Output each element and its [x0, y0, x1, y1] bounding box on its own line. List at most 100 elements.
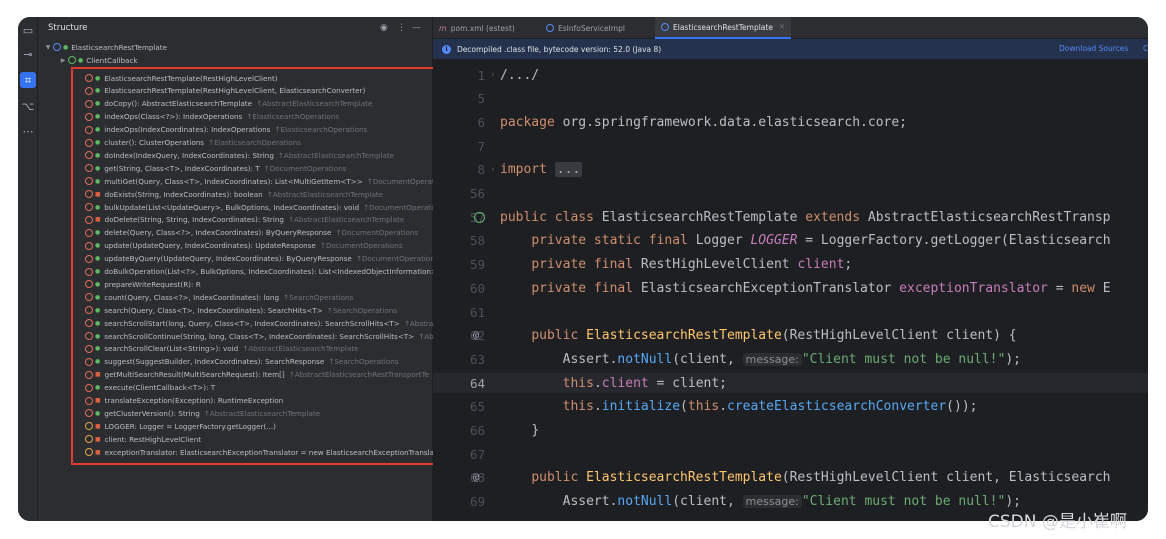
git-branch-icon[interactable]: ⌥ [20, 98, 36, 114]
chevron-down-icon[interactable]: ▼ [43, 44, 53, 51]
structure-member[interactable]: ● indexOps(IndexCoordinates): IndexOperat… [85, 124, 450, 136]
structure-member[interactable]: ● prepareWriteRequest(R): R [85, 278, 450, 290]
code-line[interactable]: 7 [433, 136, 1148, 156]
code-token: client [601, 375, 649, 391]
structure-member[interactable]: ● delete(Query, Class<?>, IndexCoordinate… [85, 227, 450, 239]
commit-icon[interactable]: ⊸ [20, 46, 36, 62]
public-icon: ● [95, 319, 101, 327]
tree-root[interactable]: ▼ ● ElasticsearchRestTemplate [43, 41, 423, 53]
public-icon: ● [95, 293, 101, 301]
structure-member[interactable]: ● update(UpdateQuery, IndexCoordinates): … [85, 240, 450, 252]
code-line[interactable]: 56 [433, 184, 1148, 204]
structure-member[interactable]: ■ LOGGER: Logger = LoggerFactory.getLogge… [85, 420, 450, 432]
tab-pom-xml[interactable]: m pom.xml (estest) [433, 17, 521, 39]
member-parent: ↑DocumentOperations [263, 163, 347, 173]
line-number: 8 [477, 162, 485, 178]
structure-member[interactable]: ● multiGet(Query, Class<T>, IndexCoordina… [85, 175, 450, 187]
structure-member[interactable]: ● get(String, Class<T>, IndexCoordinates)… [85, 162, 450, 174]
structure-member[interactable]: ● getClusterVersion(): String ↑AbstractEla… [85, 407, 450, 419]
structure-member[interactable]: ● cluster(): ClusterOperations ↑Elasticsea… [85, 137, 450, 149]
download-sources-link[interactable]: Download Sources [1059, 44, 1128, 53]
code-line[interactable]: 57 public class ElasticsearchRestTemplate… [433, 207, 1148, 227]
code-line[interactable]: 1 › /.../ [433, 65, 1148, 85]
code-line[interactable]: 60 private final ElasticsearchExceptionT… [433, 278, 1148, 298]
code-area[interactable]: 1 ›/.../ 5 6 package org.springframework.dat… [433, 61, 1148, 521]
structure-member[interactable]: ■ doExists(String, IndexCoordinates): boo… [85, 188, 450, 200]
structure-member[interactable]: ■ client: RestHighLevelClient [85, 433, 450, 445]
structure-member[interactable]: ■ exceptionTranslator: ElasticsearchExcep… [85, 446, 450, 458]
close-icon[interactable]: ✕ [779, 23, 785, 31]
code-line[interactable]: 67 [433, 444, 1148, 464]
chevron-right-icon[interactable]: ▶ [58, 57, 68, 64]
lock-icon: ■ [95, 216, 101, 224]
annotation-gutter-icon[interactable]: @ [473, 472, 479, 483]
code-line[interactable]: 64 this.client = client; [433, 373, 1148, 394]
minimize-icon[interactable]: — [412, 22, 421, 34]
structure-member[interactable]: ● updateByQuery(UpdateQuery, IndexCoordin… [85, 253, 450, 265]
method-icon [85, 357, 93, 366]
structure-icon[interactable]: ⌗ [20, 72, 36, 88]
field-icon [85, 422, 93, 431]
code-text: public class ElasticsearchRestTemplate e… [500, 210, 1111, 225]
code-token: ()); [946, 399, 978, 415]
code-line[interactable]: 63 Assert.notNull(client, message: "Clien… [433, 349, 1148, 369]
run-gutter-icon[interactable] [474, 211, 485, 223]
public-icon: ● [95, 126, 101, 134]
structure-member[interactable]: ● searchScrollStart(long, Query, Class<T>… [85, 317, 450, 329]
structure-member[interactable]: ● searchScrollClear(List<String>): void ↑A… [85, 343, 450, 355]
member-parent: ↑ElasticsearchOperations [274, 125, 368, 135]
structure-member[interactable]: ● search(Query, Class<T>, IndexCoordinate… [85, 304, 450, 316]
code-token: ElasticsearchRestTemplate [586, 328, 782, 344]
more-icon[interactable]: ⋯ [20, 123, 36, 139]
code-line[interactable]: 58 private static final Logger LOGGER = … [433, 231, 1148, 251]
method-icon [85, 228, 93, 237]
watermark: CSDN @是小崔啊 [988, 512, 1127, 532]
code-line[interactable]: 61 [433, 302, 1148, 322]
member-signature: searchScrollStart(long, Query, Class<T>,… [104, 318, 400, 328]
code-line[interactable]: 5 [433, 89, 1148, 109]
structure-member[interactable]: ● execute(ClientCallback<T>): T [85, 382, 450, 394]
options-icon[interactable]: ⋮ [397, 22, 406, 34]
code-line[interactable]: 68 @ public ElasticsearchRestTemplate(Res… [433, 468, 1148, 488]
method-icon [85, 280, 93, 289]
fold-icon[interactable]: › [490, 165, 495, 175]
code-line[interactable]: 62 @ public ElasticsearchRestTemplate(Res… [433, 326, 1148, 346]
member-signature: LOGGER: Logger = LoggerFactory.getLogger… [104, 421, 276, 431]
eye-icon[interactable]: ◉ [380, 22, 388, 34]
code-token: extends [805, 209, 868, 225]
structure-member[interactable]: ● doCopy(): AbstractElasticsearchTemplate… [85, 98, 450, 110]
member-parent: ↑AbstractElasticsearchTemplate [242, 344, 359, 354]
structure-member[interactable]: ● indexOps(Class<?>): IndexOperations ↑Ela… [85, 111, 450, 123]
code-line[interactable]: 65 this.initialize(this.createElasticsea… [433, 397, 1148, 417]
code-text: public ElasticsearchRestTemplate(RestHig… [500, 470, 1110, 485]
structure-member[interactable]: ● bulkUpdate(List<UpdateQuery>, BulkOptio… [85, 201, 450, 213]
code-line[interactable]: 8 › import ... [433, 160, 1148, 180]
structure-member[interactable]: ● searchScrollContinue(String, long, Clas… [85, 330, 450, 342]
structure-member[interactable]: ● doIndex(IndexQuery, IndexCoordinates): … [85, 149, 450, 161]
structure-member[interactable]: ● ElasticsearchRestTemplate(RestHighLevel… [85, 85, 450, 97]
line-number: 65 [469, 399, 485, 415]
choose-sources-link[interactable]: C [1143, 44, 1148, 53]
line-number: 67 [469, 446, 485, 462]
fold-icon[interactable]: › [490, 70, 495, 80]
structure-member[interactable]: ● count(Query, Class<?>, IndexCoordinates… [85, 291, 450, 303]
structure-member[interactable]: ■ doDelete(String, String, IndexCoordinat… [85, 214, 450, 226]
code-line[interactable]: 66 } [433, 421, 1148, 441]
structure-member[interactable]: ● suggest(SuggestBuilder, IndexCoordinate… [85, 356, 450, 368]
structure-member[interactable]: ● ElasticsearchRestTemplate(RestHighLevel… [85, 72, 450, 84]
class-icon [53, 43, 61, 51]
tree-item-clientcallback[interactable]: ▶ ● ClientCallback [58, 54, 428, 66]
tab-elasticsearchresttemplate[interactable]: ElasticsearchRestTemplate ✕ [655, 17, 791, 39]
structure-member[interactable]: ■ getMultiSearchResult(MultiSearchRequest… [85, 369, 450, 381]
structure-member[interactable]: ■ translateException(Exception): RuntimeE… [85, 395, 450, 407]
member-parent: ↑AbstractElasticsearchTemplate [277, 150, 395, 160]
member-signature: suggest(SuggestBuilder, IndexCoordinates… [104, 357, 325, 367]
method-icon [85, 215, 93, 224]
structure-member[interactable]: ● doBulkOperation(List<?>, BulkOptions, I… [85, 266, 450, 278]
tab-esinfoserviceimpl[interactable]: EsInfoServiceImpl [540, 17, 631, 39]
code-line[interactable]: 6 package org.springframework.data.elasti… [433, 112, 1148, 132]
code-line[interactable]: 59 private final RestHighLevelClient cli… [433, 255, 1148, 275]
project-folder-icon[interactable]: ▭ [20, 22, 36, 38]
public-icon: ● [95, 203, 101, 211]
annotation-gutter-icon[interactable]: @ [473, 330, 479, 341]
